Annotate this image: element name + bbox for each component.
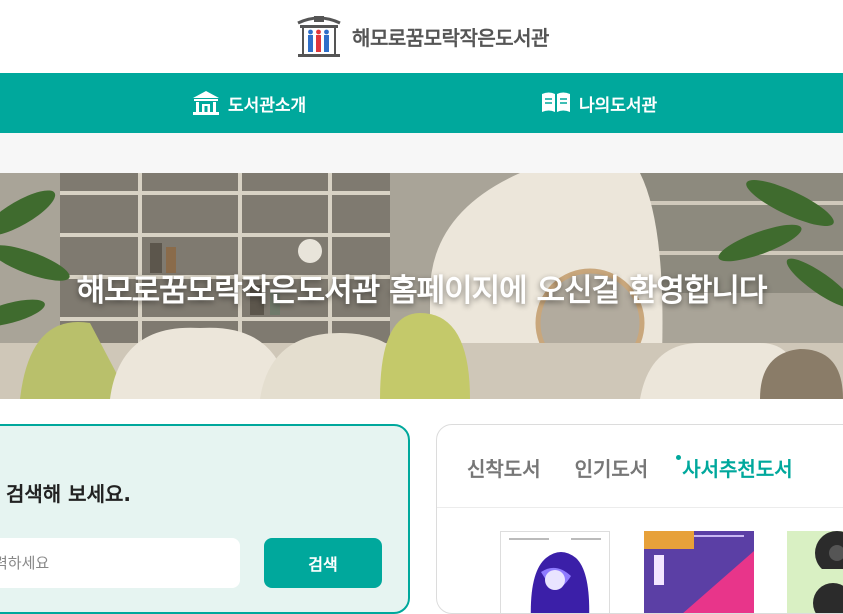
search-panel: 검색해 보세요. 검색	[0, 424, 410, 614]
tab-new-books[interactable]: 신착도서	[467, 453, 541, 482]
book-cover[interactable]	[500, 531, 610, 613]
book-list-panel: 신착도서 인기도서 사서추천도서	[436, 424, 843, 614]
sub-nav-band	[0, 133, 843, 173]
open-book-icon	[542, 92, 570, 112]
tab-librarian-picks-label: 사서추천도서	[682, 457, 793, 481]
book-tabs: 신착도서 인기도서 사서추천도서	[467, 453, 793, 482]
book-cover-image	[787, 531, 843, 613]
nav-item-my-library-label: 나의도서관	[579, 95, 658, 116]
library-logo-icon	[297, 15, 341, 57]
tab-divider	[437, 507, 843, 508]
search-input[interactable]	[0, 538, 240, 588]
tab-new-books-label: 신착도서	[467, 457, 541, 481]
tab-librarian-picks[interactable]: 사서추천도서	[676, 453, 793, 482]
book-cover[interactable]	[644, 531, 754, 613]
site-title: 해모로꿈모락작은도서관	[352, 26, 549, 50]
main-nav: 도서관소개 나의도서관	[0, 73, 843, 133]
active-tab-dot	[676, 455, 682, 460]
site-header: 해모로꿈모락작은도서관	[0, 0, 843, 73]
hero-title: 해모로꿈모락작은도서관 홈페이지에 오신걸 환영합니다	[76, 273, 768, 309]
site-logo[interactable]: 해모로꿈모락작은도서관	[294, 15, 549, 59]
tab-popular-books-label: 인기도서	[574, 457, 649, 481]
hero-banner: 해모로꿈모락작은도서관 홈페이지에 오신걸 환영합니다	[0, 173, 843, 399]
book-cover[interactable]	[787, 531, 843, 613]
library-building-icon	[193, 91, 219, 115]
book-cover-image	[501, 532, 609, 613]
search-heading: 검색해 보세요.	[6, 482, 131, 506]
search-button[interactable]: 검색	[264, 538, 382, 588]
book-cover-image	[644, 531, 754, 613]
nav-item-about-label: 도서관소개	[228, 95, 307, 116]
nav-item-about[interactable]: 도서관소개	[192, 73, 306, 133]
tab-popular-books[interactable]: 인기도서	[575, 453, 649, 482]
nav-item-my-library[interactable]: 나의도서관	[541, 73, 657, 133]
